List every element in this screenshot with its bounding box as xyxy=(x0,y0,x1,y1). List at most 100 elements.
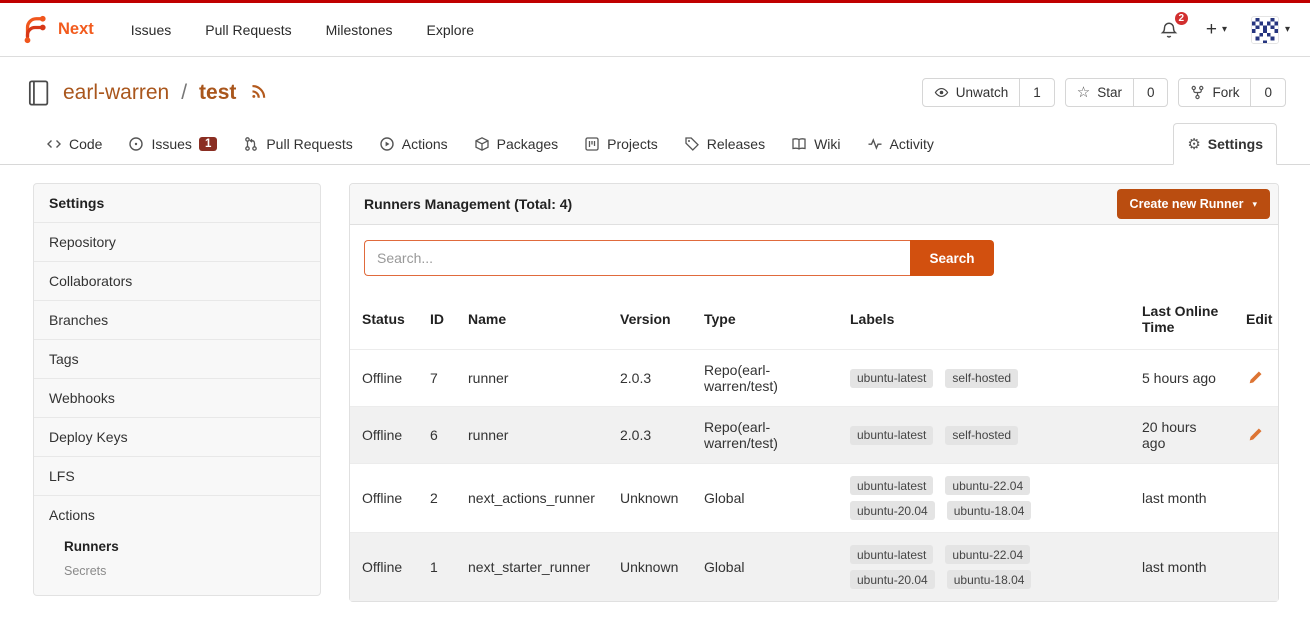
runner-status: Offline xyxy=(350,533,418,602)
sidebar-item-deploy-keys[interactable]: Deploy Keys xyxy=(34,417,320,456)
book-icon xyxy=(791,136,807,152)
sidebar-item-repository[interactable]: Repository xyxy=(34,222,320,261)
play-circle-icon xyxy=(379,136,395,152)
runner-status: Offline xyxy=(350,350,418,407)
search-input[interactable] xyxy=(364,240,910,276)
unwatch-button[interactable]: Unwatch xyxy=(923,79,1021,106)
sidebar-item-actions[interactable]: Actions xyxy=(34,495,320,534)
package-icon xyxy=(474,136,490,152)
sidebar-item-branches[interactable]: Branches xyxy=(34,300,320,339)
tab-label: Code xyxy=(69,136,102,152)
forks-count[interactable]: 0 xyxy=(1251,79,1285,106)
tab-label: Pull Requests xyxy=(266,136,352,152)
search-form: Search xyxy=(364,240,994,276)
pulse-icon xyxy=(867,136,883,152)
runner-last-online: last month xyxy=(1130,533,1234,602)
label-chip: ubuntu-18.04 xyxy=(947,570,1032,589)
col-edit: Edit xyxy=(1234,289,1278,350)
tab-label: Projects xyxy=(607,136,658,152)
star-button[interactable]: ☆ Star xyxy=(1066,79,1134,106)
sidebar-subitem-secrets[interactable]: Secrets xyxy=(64,559,305,583)
runner-status: Offline xyxy=(350,407,418,464)
sidebar-subitem-runners[interactable]: Runners xyxy=(64,534,305,559)
runner-labels: ubuntu-latest ubuntu-22.04 ubuntu-20.04 … xyxy=(850,545,1075,589)
col-labels: Labels xyxy=(838,289,1130,350)
table-header-row: Status ID Name Version Type Labels Last … xyxy=(350,289,1278,350)
label-chip: self-hosted xyxy=(945,369,1018,388)
nav-item-milestones[interactable]: Milestones xyxy=(309,22,410,38)
repo-name-link[interactable]: test xyxy=(199,81,236,105)
runner-version: Unknown xyxy=(608,464,692,533)
search-button[interactable]: Search xyxy=(910,240,994,276)
notifications-button[interactable]: 2 xyxy=(1156,17,1182,43)
fork-button-group: Fork 0 xyxy=(1178,78,1286,107)
page-content: Settings Repository Collaborators Branch… xyxy=(0,165,1310,602)
forgejo-logo-icon[interactable] xyxy=(20,15,50,45)
top-navbar: Next Issues Pull Requests Milestones Exp… xyxy=(0,0,1310,57)
code-icon xyxy=(46,136,62,152)
col-name: Name xyxy=(456,289,608,350)
panel-header: Runners Management (Total: 4) Create new… xyxy=(350,184,1278,225)
edit-runner-button[interactable] xyxy=(1246,425,1265,444)
tab-packages[interactable]: Packages xyxy=(461,124,571,164)
rss-feed-icon[interactable] xyxy=(250,82,268,100)
runners-table: Status ID Name Version Type Labels Last … xyxy=(350,289,1278,601)
panel-title: Runners Management (Total: 4) xyxy=(364,196,572,212)
tab-actions[interactable]: Actions xyxy=(366,124,461,164)
repo-separator: / xyxy=(181,81,187,105)
col-version: Version xyxy=(608,289,692,350)
tab-label: Settings xyxy=(1208,136,1263,152)
sidebar-item-tags[interactable]: Tags xyxy=(34,339,320,378)
tab-activity[interactable]: Activity xyxy=(854,124,947,164)
create-runner-label: Create new Runner xyxy=(1130,197,1244,211)
runner-type: Repo(earl-warren/test) xyxy=(692,407,838,464)
sidebar-item-webhooks[interactable]: Webhooks xyxy=(34,378,320,417)
col-type: Type xyxy=(692,289,838,350)
runner-last-online: last month xyxy=(1130,464,1234,533)
fork-button[interactable]: Fork xyxy=(1179,79,1251,106)
user-menu-button[interactable]: ▾ xyxy=(1251,16,1290,44)
tab-label: Actions xyxy=(402,136,448,152)
repo-header: earl-warren / test Unwatch 1 xyxy=(0,57,1310,119)
runner-type: Global xyxy=(692,464,838,533)
star-button-group: ☆ Star 0 xyxy=(1065,78,1169,107)
sidebar-title: Settings xyxy=(34,184,320,222)
tab-issues[interactable]: Issues 1 xyxy=(115,124,230,164)
brand-name[interactable]: Next xyxy=(58,20,94,39)
edit-runner-button[interactable] xyxy=(1246,368,1265,387)
sidebar-item-lfs[interactable]: LFS xyxy=(34,456,320,495)
tab-wiki[interactable]: Wiki xyxy=(778,124,853,164)
runner-labels: ubuntu-latest self-hosted xyxy=(850,369,1075,388)
nav-item-issues[interactable]: Issues xyxy=(114,22,188,38)
nav-item-pull-requests[interactable]: Pull Requests xyxy=(188,22,308,38)
tab-releases[interactable]: Releases xyxy=(671,124,778,164)
label-chip: ubuntu-20.04 xyxy=(850,570,935,589)
stars-count[interactable]: 0 xyxy=(1134,79,1168,106)
label-chip: ubuntu-latest xyxy=(850,476,933,495)
runner-id: 7 xyxy=(418,350,456,407)
tab-projects[interactable]: Projects xyxy=(571,124,671,164)
runner-labels: ubuntu-latest ubuntu-22.04 ubuntu-20.04 … xyxy=(850,476,1075,520)
runner-name: next_starter_runner xyxy=(456,533,608,602)
tab-settings[interactable]: ⚙ Settings xyxy=(1173,123,1277,165)
create-runner-button[interactable]: Create new Runner ▾ xyxy=(1117,189,1270,219)
nav-item-explore[interactable]: Explore xyxy=(410,22,491,38)
runner-row: Offline 2 next_actions_runner Unknown Gl… xyxy=(350,464,1278,533)
watchers-count[interactable]: 1 xyxy=(1020,79,1054,106)
tab-label: Activity xyxy=(890,136,934,152)
user-avatar xyxy=(1251,16,1279,44)
sidebar-item-collaborators[interactable]: Collaborators xyxy=(34,261,320,300)
tab-label: Wiki xyxy=(814,136,840,152)
fork-label: Fork xyxy=(1212,85,1239,100)
tab-code[interactable]: Code xyxy=(33,124,115,164)
create-new-menu-button[interactable]: + ▾ xyxy=(1206,20,1227,39)
runner-name: runner xyxy=(456,350,608,407)
col-status: Status xyxy=(350,289,418,350)
runner-type: Repo(earl-warren/test) xyxy=(692,350,838,407)
tab-label: Issues xyxy=(151,136,191,152)
project-board-icon xyxy=(584,136,600,152)
tab-pull-requests[interactable]: Pull Requests xyxy=(230,124,365,164)
repo-owner-link[interactable]: earl-warren xyxy=(63,81,169,105)
notification-count-badge: 2 xyxy=(1174,11,1189,26)
star-icon: ☆ xyxy=(1077,85,1090,100)
